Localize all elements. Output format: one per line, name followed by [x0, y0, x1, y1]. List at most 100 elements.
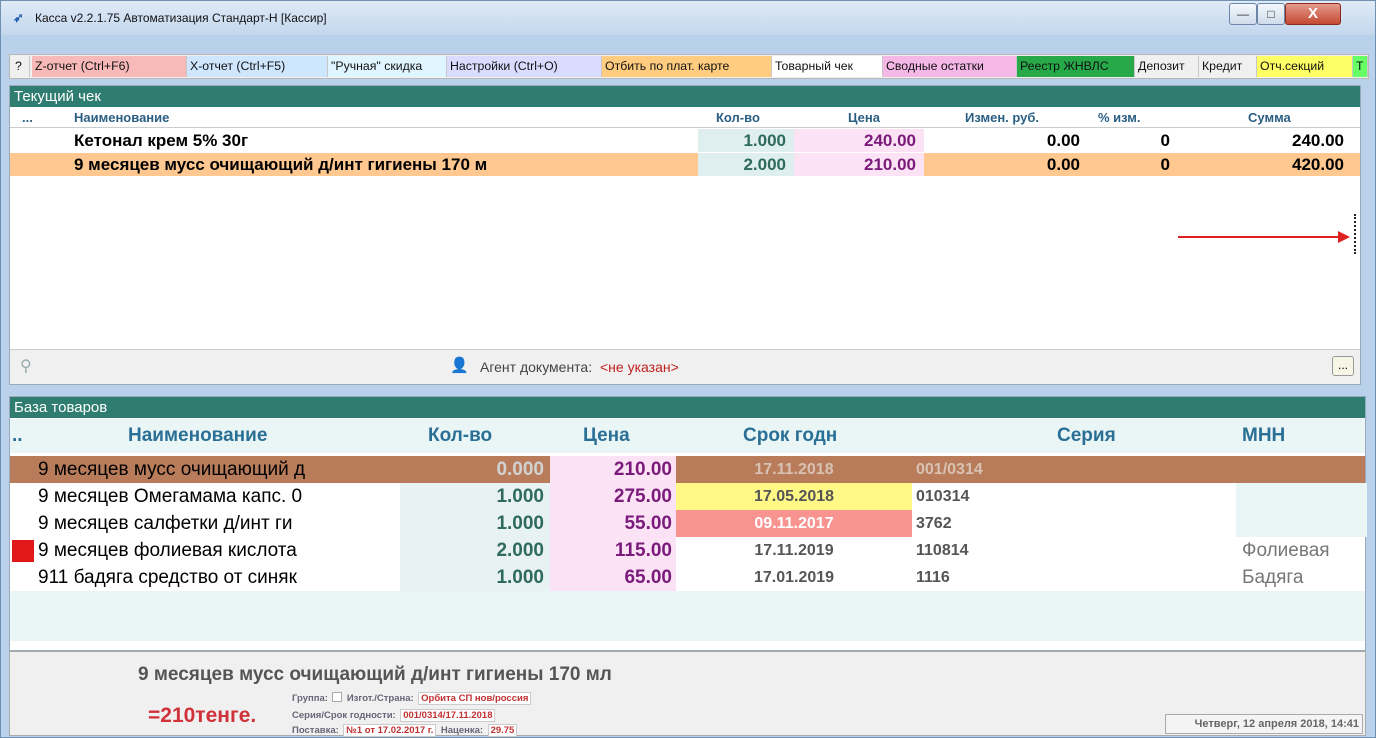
check-row-change: 0.00 [1046, 155, 1080, 174]
product-base-header: .. Наименование Кол-во Цена Срок годн Се… [10, 419, 1365, 453]
minimize-button[interactable]: — [1229, 3, 1257, 25]
markup-value: 29.75 [487, 724, 518, 737]
col-qty[interactable]: Кол-во [716, 110, 760, 125]
product-row-price: 65.00 [550, 564, 676, 591]
product-row-expiry: 17.11.2019 [754, 542, 834, 559]
product-row-name: 9 месяцев мусс очищающий д [38, 459, 306, 480]
agent-select-button[interactable]: ... [1332, 356, 1354, 376]
section-report-button[interactable]: Отч.секций [1257, 56, 1353, 77]
product-row-inn [1236, 483, 1367, 510]
product-row[interactable]: 9 месяцев мусс очищающий д 0.000 210.00 … [10, 456, 1365, 483]
info-group-line: Группа: Изгот./Страна: Орбита СП нов/рос… [292, 688, 532, 706]
settings-button[interactable]: Настройки (Ctrl+O) [447, 56, 602, 77]
toolbar-more-button[interactable]: Т [1353, 56, 1368, 77]
info-product-name: 9 месяцев мусс очищающий д/инт гигиены 1… [138, 664, 612, 685]
info-price: =210тенге. [148, 704, 257, 727]
check-row[interactable]: 9 месяцев мусс очищающий д/инт гигиены 1… [10, 153, 1360, 176]
group-label: Группа: [292, 693, 328, 704]
product-row-series: 001/0314 [916, 461, 983, 478]
maker-label: Изгот./Страна: [346, 693, 414, 704]
col-series[interactable]: Серия [1057, 425, 1116, 447]
current-check-title: Текущий чек [10, 86, 1360, 107]
product-info-panel: 9 месяцев мусс очищающий д/инт гигиены 1… [9, 651, 1366, 738]
check-row-name: Кетонал крем 5% 30г [74, 131, 249, 150]
summary-stock-button[interactable]: Сводные остатки [883, 56, 1017, 77]
group-value [332, 691, 343, 702]
sales-receipt-button[interactable]: Товарный чек [772, 56, 883, 77]
product-row-qty: 0.000 [496, 459, 544, 480]
product-row-price: 115.00 [550, 537, 676, 564]
product-row[interactable]: 9 месяцев салфетки д/инт ги 1.000 55.00 … [10, 510, 1367, 537]
card-payment-button[interactable]: Отбить по плат. карте [602, 56, 772, 77]
product-row-inn: Бадяга [1242, 567, 1304, 588]
product-row-price: 55.00 [550, 510, 676, 537]
col-expiry[interactable]: Срок годн [743, 425, 837, 447]
splitter-grip[interactable] [1354, 214, 1357, 254]
markup-label: Наценка: [440, 725, 484, 736]
product-row-inn [1242, 456, 1362, 483]
col-dots[interactable]: .. [12, 425, 23, 447]
product-row-qty: 2.000 [400, 537, 550, 564]
check-row-qty: 1.000 [698, 129, 794, 152]
product-row-series: 1116 [916, 569, 950, 586]
col-name[interactable]: Наименование [74, 110, 169, 125]
product-row-expiry: 17.11.2018 [754, 461, 834, 478]
product-row-inn: Фолиевая [1242, 540, 1330, 561]
supply-label: Поставка: [292, 725, 339, 736]
credit-button[interactable]: Кредит [1199, 56, 1257, 77]
col-inn[interactable]: МНН [1242, 425, 1285, 447]
app-window: ➶ Касса v2.2.1.75 Автоматизация Стандарт… [0, 0, 1376, 738]
manual-discount-button[interactable]: "Ручная" скидка [328, 56, 447, 77]
product-row-expiry: 17.05.2018 [676, 483, 912, 510]
product-row-name: 9 месяцев фолиевая кислота [38, 540, 297, 561]
info-supply-line: Поставка: №1 от 17.02.2017 г. Наценка: 2… [292, 720, 518, 738]
check-row-qty: 2.000 [698, 153, 794, 176]
search-icon[interactable]: ⚲ [20, 356, 32, 376]
z-report-button[interactable]: Z-отчет (Ctrl+F6) [32, 56, 187, 77]
product-row[interactable]: 9 месяцев фолиевая кислота 2.000 115.00 … [10, 537, 1365, 564]
x-report-button[interactable]: X-отчет (Ctrl+F5) [187, 56, 328, 77]
product-row-inn [1236, 510, 1367, 537]
current-check-panel: Текущий чек ... Наименование Кол-во Цена… [9, 85, 1361, 385]
maximize-button[interactable]: □ [1257, 3, 1285, 25]
annotation-arrow-line [1178, 236, 1340, 238]
product-row[interactable]: 9 месяцев Омегамама капс. 0 1.000 275.00… [10, 483, 1367, 510]
product-row[interactable]: 911 бадяга средство от синяк 1.000 65.00… [10, 564, 1365, 591]
product-row-price: 210.00 [550, 456, 676, 483]
help-button[interactable]: ? [12, 56, 30, 77]
app-logo-icon: ➶ [13, 10, 24, 25]
col-price[interactable]: Цена [848, 110, 880, 125]
toolbar: ? Z-отчет (Ctrl+F6) X-отчет (Ctrl+F5) "Р… [9, 54, 1369, 79]
current-check-header: ... Наименование Кол-во Цена Измен. руб.… [10, 108, 1360, 128]
col-change[interactable]: Измен. руб. [965, 110, 1039, 125]
col-name[interactable]: Наименование [128, 425, 267, 447]
check-row-pct: 0 [1160, 155, 1170, 174]
col-sum[interactable]: Сумма [1248, 110, 1291, 125]
zhnvls-registry-button[interactable]: Реестр ЖНВЛС [1017, 56, 1135, 77]
product-row-name: 9 месяцев Омегамама капс. 0 [38, 486, 303, 507]
product-row-qty: 1.000 [400, 483, 550, 510]
datetime-status: Четверг, 12 апреля 2018, 14:41 [1165, 714, 1363, 734]
product-row-qty: 1.000 [400, 510, 550, 537]
check-row-change: 0.00 [1046, 131, 1080, 150]
empty-row-area [10, 591, 1365, 641]
col-pct[interactable]: % изм. [1098, 110, 1141, 125]
agent-value[interactable]: <не указан> [600, 359, 679, 375]
check-row-sum: 420.00 [1292, 155, 1344, 174]
annotation-arrow-head [1338, 231, 1350, 243]
product-row-name: 911 бадяга средство от синяк [38, 567, 297, 588]
title-bar[interactable]: ➶ Касса v2.2.1.75 Автоматизация Стандарт… [1, 1, 1375, 35]
col-qty[interactable]: Кол-во [428, 425, 492, 447]
col-price[interactable]: Цена [583, 425, 630, 447]
deposit-button[interactable]: Депозит [1135, 56, 1199, 77]
check-row-pct: 0 [1160, 131, 1170, 150]
product-row-name: 9 месяцев салфетки д/инт ги [38, 513, 293, 534]
window-title: Касса v2.2.1.75 Автоматизация Стандарт-Н… [35, 11, 327, 25]
check-row-sum: 240.00 [1292, 131, 1344, 150]
current-check-footer: ⚲ 👤 Агент документа: <не указан> ... [10, 349, 1360, 384]
close-button[interactable]: X [1285, 3, 1341, 25]
col-dots[interactable]: ... [22, 110, 33, 125]
check-row[interactable]: Кетонал крем 5% 30г 1.000 240.00 0.00 0 … [10, 129, 1360, 152]
user-icon: 👤 [450, 357, 469, 374]
product-base-title: База товаров [10, 397, 1365, 418]
